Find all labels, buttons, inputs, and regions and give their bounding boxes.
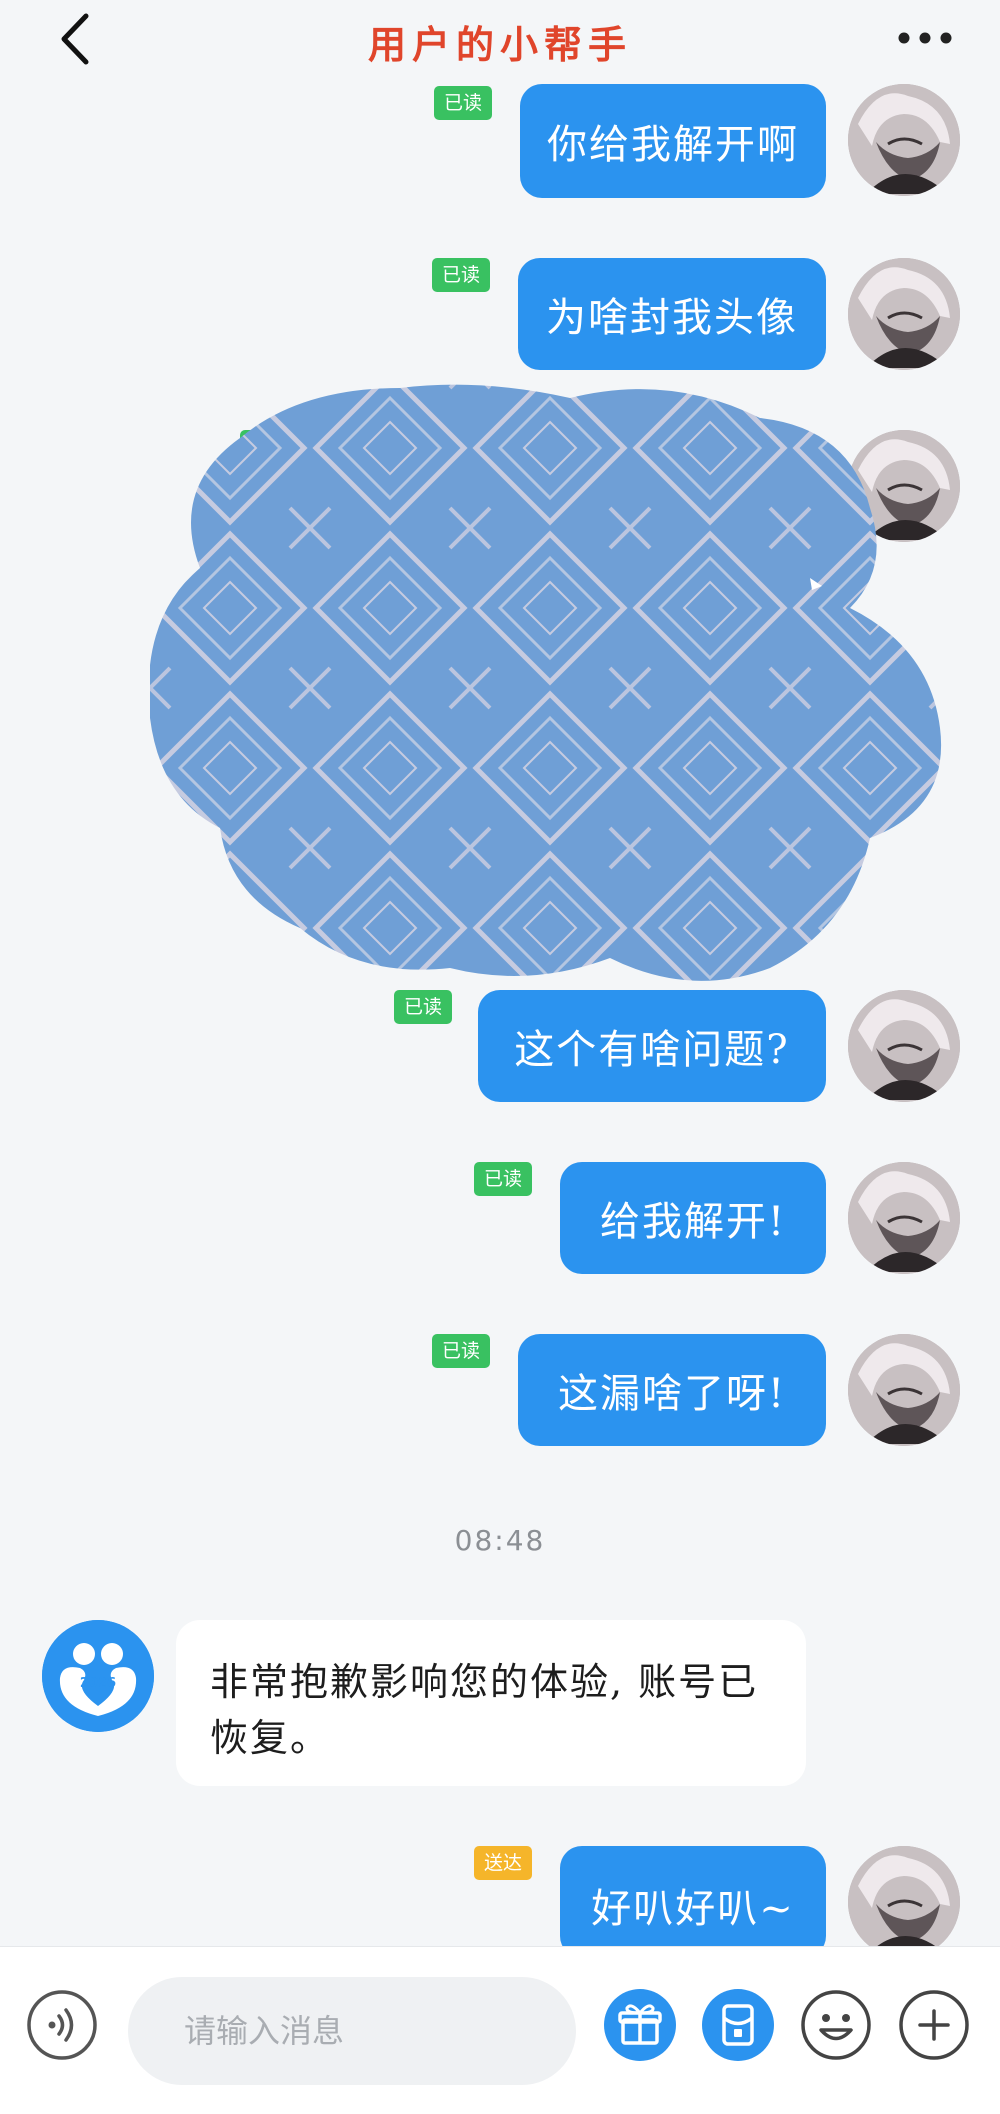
message-bubble[interactable]: 为啥封我头像 [518,258,826,370]
user-avatar[interactable] [848,258,960,370]
user-avatar[interactable] [848,84,960,196]
top-bar: 用户的小帮手 [0,0,1000,82]
message-bubble[interactable]: 好叭好叭~ [560,1846,826,1958]
avatar-image [848,258,960,370]
more-button[interactable] [890,18,960,58]
voice-button[interactable] [26,1989,98,2061]
emoji-button[interactable] [800,1989,872,2061]
avatar-image [848,84,960,196]
sent-badge: 送达 [474,1846,533,1880]
gift-icon [604,1989,676,2061]
assistant-avatar[interactable]: 2026 [42,1620,154,1732]
read-badge: 已读 [394,990,453,1024]
gift-button[interactable] [604,1989,676,2061]
read-badge: 已读 [432,1334,491,1368]
assistant-logo-text: 2026 [80,1676,116,1691]
emoji-icon [801,1990,871,2060]
avatar-image [848,1162,960,1274]
user-avatar[interactable] [848,1162,960,1274]
message-input[interactable] [128,1977,576,2085]
user-avatar[interactable] [848,1846,960,1958]
page-title: 用户的小帮手 [367,22,632,67]
read-badge: 已读 [432,258,491,292]
read-badge: 已读 [474,1162,533,1196]
assistant-logo-icon: 2026 [42,1620,154,1732]
plus-icon [899,1990,969,2060]
message-input-bar [0,1946,1000,2114]
redacted-image-scribble [150,384,942,981]
more-icon [898,32,952,44]
message-bubble[interactable]: 你给我解开啊 [520,84,826,198]
assistant-message-bubble[interactable]: 非常抱歉影响您的体验, 账号已恢复。 [176,1620,806,1786]
avatar-image [848,1846,960,1958]
avatar-image [848,990,960,1102]
avatar-image [848,1334,960,1446]
read-badge: 已读 [434,86,493,120]
user-avatar[interactable] [848,990,960,1102]
message-timestamp: 08:48 [454,1524,546,1557]
more-actions-button[interactable] [898,1989,970,2061]
user-avatar[interactable] [848,1334,960,1446]
message-bubble[interactable]: 这个有啥问题? [478,990,826,1102]
message-bubble[interactable]: 给我解开! [560,1162,826,1274]
message-bubble[interactable]: 这漏啥了呀! [518,1334,826,1446]
red-packet-button[interactable] [702,1989,774,2061]
red-packet-icon [702,1989,774,2061]
voice-icon [27,1990,97,2060]
